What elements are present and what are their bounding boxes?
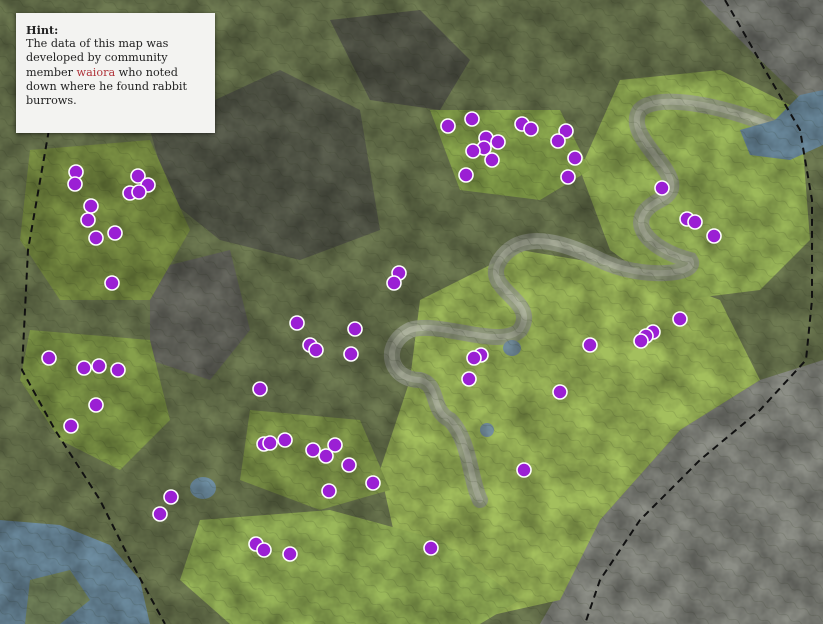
rabbit-burrow-marker-icon[interactable] [490, 134, 506, 150]
rabbit-burrow-marker-icon[interactable] [560, 169, 576, 185]
rabbit-burrow-marker-icon[interactable] [347, 321, 363, 337]
rabbit-burrow-marker-icon[interactable] [341, 457, 357, 473]
rabbit-burrow-marker-icon[interactable] [365, 475, 381, 491]
rabbit-burrow-marker-icon[interactable] [423, 540, 439, 556]
rabbit-burrow-marker-icon[interactable] [687, 214, 703, 230]
rabbit-burrow-marker-icon[interactable] [516, 462, 532, 478]
rabbit-burrow-marker-icon[interactable] [76, 360, 92, 376]
rabbit-burrow-marker-icon[interactable] [107, 225, 123, 241]
rabbit-burrow-marker-icon[interactable] [582, 337, 598, 353]
contributor-link[interactable]: waiora [77, 66, 116, 79]
rabbit-burrow-marker-icon[interactable] [256, 542, 272, 558]
rabbit-burrow-marker-icon[interactable] [523, 121, 539, 137]
rabbit-burrow-marker-icon[interactable] [110, 362, 126, 378]
map-view[interactable]: Hint: The data of this map was developed… [0, 0, 823, 624]
rabbit-burrow-marker-icon[interactable] [343, 346, 359, 362]
rabbit-burrow-marker-icon[interactable] [672, 311, 688, 327]
rabbit-burrow-marker-icon[interactable] [63, 418, 79, 434]
rabbit-burrow-marker-icon[interactable] [484, 152, 500, 168]
rabbit-burrow-marker-icon[interactable] [318, 448, 334, 464]
rabbit-burrow-marker-icon[interactable] [152, 506, 168, 522]
rabbit-burrow-marker-icon[interactable] [552, 384, 568, 400]
hint-title: Hint: [26, 23, 59, 37]
rabbit-burrow-marker-icon[interactable] [633, 333, 649, 349]
rabbit-burrow-marker-icon[interactable] [80, 212, 96, 228]
rabbit-burrow-marker-icon[interactable] [706, 228, 722, 244]
rabbit-burrow-marker-icon[interactable] [83, 198, 99, 214]
rabbit-burrow-marker-icon[interactable] [465, 143, 481, 159]
rabbit-burrow-marker-icon[interactable] [252, 381, 268, 397]
hint-box: Hint: The data of this map was developed… [16, 13, 215, 133]
rabbit-burrow-marker-icon[interactable] [104, 275, 120, 291]
rabbit-burrow-marker-icon[interactable] [131, 184, 147, 200]
rabbit-burrow-marker-icon[interactable] [41, 350, 57, 366]
rabbit-burrow-marker-icon[interactable] [464, 111, 480, 127]
rabbit-burrow-marker-icon[interactable] [277, 432, 293, 448]
rabbit-burrow-marker-icon[interactable] [67, 176, 83, 192]
rabbit-burrow-marker-icon[interactable] [567, 150, 583, 166]
rabbit-burrow-marker-icon[interactable] [458, 167, 474, 183]
rabbit-burrow-marker-icon[interactable] [91, 358, 107, 374]
rabbit-burrow-marker-icon[interactable] [466, 350, 482, 366]
rabbit-burrow-marker-icon[interactable] [386, 275, 402, 291]
rabbit-burrow-marker-icon[interactable] [550, 133, 566, 149]
rabbit-burrow-marker-icon[interactable] [262, 435, 278, 451]
rabbit-burrow-marker-icon[interactable] [282, 546, 298, 562]
rabbit-burrow-marker-icon[interactable] [88, 230, 104, 246]
rabbit-burrow-marker-icon[interactable] [321, 483, 337, 499]
rabbit-burrow-marker-icon[interactable] [461, 371, 477, 387]
rabbit-burrow-marker-icon[interactable] [163, 489, 179, 505]
rabbit-burrow-marker-icon[interactable] [440, 118, 456, 134]
rabbit-burrow-marker-icon[interactable] [308, 342, 324, 358]
rabbit-burrow-marker-icon[interactable] [289, 315, 305, 331]
rabbit-burrow-marker-icon[interactable] [88, 397, 104, 413]
rabbit-burrow-marker-icon[interactable] [654, 180, 670, 196]
rabbit-burrow-marker-icon[interactable] [305, 442, 321, 458]
